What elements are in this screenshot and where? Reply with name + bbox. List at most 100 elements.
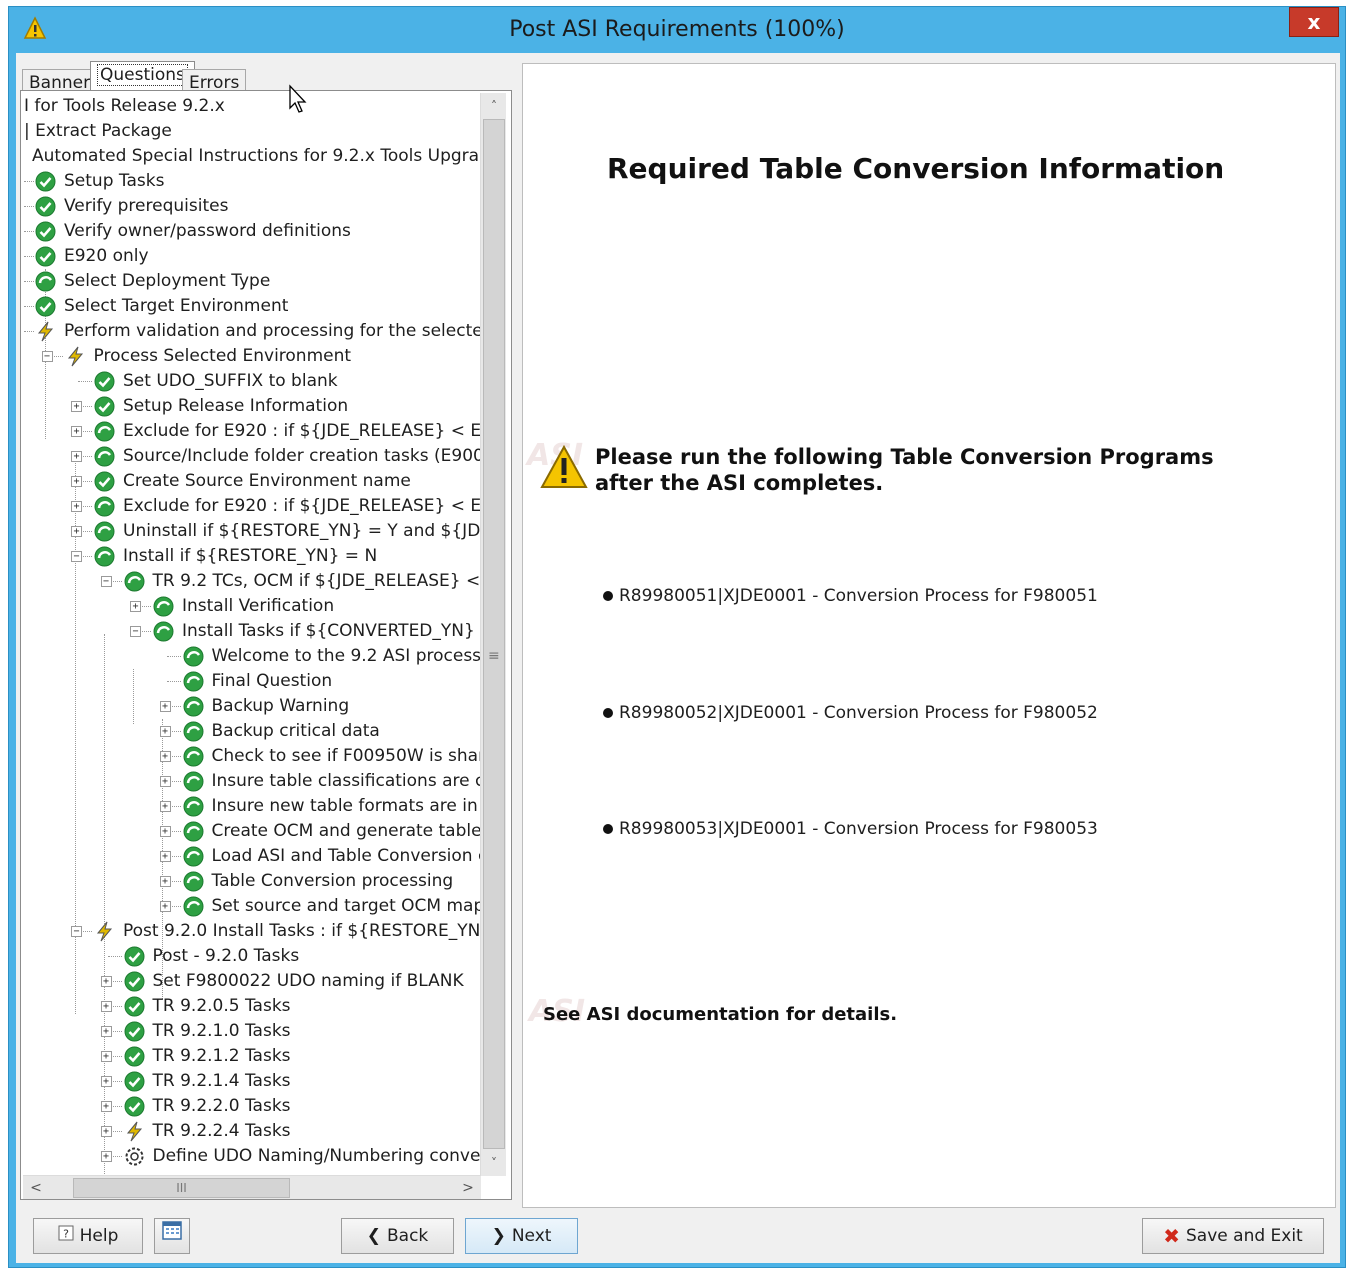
tree-row[interactable]: Welcome to the 9.2 ASI process (24, 644, 481, 669)
expand-icon[interactable]: + (71, 401, 82, 412)
red-x-icon: ✖ (1163, 1224, 1181, 1248)
tree-row[interactable]: + Check to see if F00950W is shared v (24, 744, 481, 769)
tree-row[interactable]: Select Target Environment (24, 294, 481, 319)
expand-icon[interactable]: + (71, 501, 82, 512)
task-tree[interactable]: I for Tools Release 9.2.x | Extract Packa… (24, 94, 481, 1174)
tree-row[interactable]: I for Tools Release 9.2.x (24, 94, 481, 119)
expand-icon[interactable]: + (100, 1151, 112, 1162)
tree-row[interactable]: Verify prerequisites (24, 194, 481, 219)
tree-row[interactable]: + Setup Release Information (24, 394, 481, 419)
tree-row[interactable]: + TR 9.2.1.4 Tasks (24, 1069, 481, 1094)
tree-row[interactable]: Select Deployment Type (24, 269, 481, 294)
scroll-left-arrow-icon[interactable]: < (25, 1178, 47, 1198)
tree-row[interactable]: + Uninstall if ${RESTORE_YN} = Y and ${JD… (24, 519, 481, 544)
collapse-icon[interactable]: − (41, 351, 53, 362)
tree-row[interactable]: + Set F9800022 UDO naming if BLANK (24, 969, 481, 994)
tree-row[interactable]: + TR 9.2.1.2 Tasks (24, 1044, 481, 1069)
hscroll-thumb[interactable]: III (73, 1178, 290, 1198)
scroll-up-arrow-icon[interactable]: ˄ (483, 95, 505, 117)
expand-icon[interactable]: + (100, 1076, 112, 1087)
lightning-icon (37, 321, 54, 342)
help-icon: ? (58, 1219, 74, 1253)
tree-row[interactable]: + TR 9.2.1.0 Tasks (24, 1019, 481, 1044)
scroll-down-arrow-icon[interactable]: ˅ (483, 1152, 505, 1174)
tree-row[interactable]: + Backup critical data (24, 719, 481, 744)
tree-row[interactable]: + Create Source Environment name (24, 469, 481, 494)
tree-row[interactable]: Post - 9.2.0 Tasks (24, 944, 481, 969)
tree-row[interactable]: + TR 9.2.2.0 Tasks (24, 1094, 481, 1119)
help-button[interactable]: ? Help (33, 1218, 143, 1254)
expand-icon[interactable]: + (71, 526, 82, 537)
tree-row-label: Set UDO_SUFFIX to blank (123, 371, 338, 391)
expand-icon[interactable]: + (159, 701, 171, 712)
scroll-right-arrow-icon[interactable]: > (457, 1178, 479, 1198)
scroll-grip-icon: ≡ (488, 648, 500, 664)
tree-row[interactable]: + Insure table classifications are corre (24, 769, 481, 794)
expand-icon[interactable]: + (159, 801, 171, 812)
tree-row[interactable]: Automated Special Instructions for 9.2.x… (24, 144, 481, 169)
save-and-exit-button[interactable]: ✖ Save and Exit (1142, 1218, 1324, 1254)
next-button[interactable]: ❯ Next (465, 1218, 578, 1254)
tree-row[interactable]: + TR 9.2.0.5 Tasks (24, 994, 481, 1019)
collapse-icon[interactable]: − (100, 576, 112, 587)
tree-row[interactable]: + Insure new table formats are in plac (24, 794, 481, 819)
tree-row[interactable]: + Set source and target OCM mapping (24, 894, 481, 919)
tree-row[interactable]: + Load ASI and Table Conversion com (24, 844, 481, 869)
tree-row[interactable]: Final Question (24, 669, 481, 694)
tree-row-label: Check to see if F00950W is shared v (211, 746, 482, 766)
expand-icon[interactable]: + (100, 1126, 112, 1137)
tree-row[interactable]: + Table Conversion processing (24, 869, 481, 894)
tree-row[interactable]: + Exclude for E920 : if ${JDE_RELEASE} < … (24, 419, 481, 444)
tree-row[interactable]: − TR 9.2 TCs, OCM if ${JDE_RELEASE} < E92 (24, 569, 481, 594)
tree-row[interactable]: + Define UDO Naming/Numbering convention … (24, 1144, 481, 1169)
collapse-icon[interactable]: − (130, 626, 141, 637)
tree-row[interactable]: E920 only (24, 244, 481, 269)
title-bar[interactable]: Post ASI Requirements (100%) x (9, 7, 1345, 53)
pending-icon (183, 896, 203, 917)
expand-icon[interactable]: + (100, 976, 112, 987)
tree-row[interactable]: + Create OCM and generate tables (24, 819, 481, 844)
tree-row[interactable]: + Backup Warning (24, 694, 481, 719)
tree-row[interactable]: − Install Tasks if ${CONVERTED_YN} <> ( (24, 619, 481, 644)
tree-row[interactable]: + Source/Include folder creation tasks (E… (24, 444, 481, 469)
expand-icon[interactable]: + (100, 1001, 112, 1012)
expand-icon[interactable]: + (159, 726, 171, 737)
expand-icon[interactable]: + (159, 876, 171, 887)
expand-icon[interactable]: + (71, 476, 82, 487)
expand-icon[interactable]: + (130, 601, 141, 612)
tree-row[interactable]: | Extract Package (24, 119, 481, 144)
scroll-thumb[interactable] (483, 119, 505, 1149)
check-icon (35, 296, 56, 317)
tree-row[interactable]: Set UDO_SUFFIX to blank (24, 369, 481, 394)
tree-row[interactable]: + Exclude for E920 : if ${JDE_RELEASE} < … (24, 494, 481, 519)
lightning-icon (96, 921, 113, 942)
tree-row[interactable]: Setup Tasks (24, 169, 481, 194)
tree-row[interactable]: + TR 9.2.2.4 Tasks (24, 1119, 481, 1144)
expand-icon[interactable]: + (159, 901, 171, 912)
tree-row[interactable]: − Post 9.2.0 Install Tasks : if ${RESTORE… (24, 919, 481, 944)
tree-row-label: Insure new table formats are in plac (211, 796, 482, 816)
tree-vertical-scrollbar[interactable]: ˄ ≡ ˅ (480, 93, 506, 1176)
tree-guide-line (78, 381, 92, 382)
tree-row[interactable]: Perform validation and processing for th… (24, 319, 481, 344)
expand-icon[interactable]: + (159, 776, 171, 787)
check-icon (124, 1021, 144, 1042)
tree-row[interactable]: + Install Verification (24, 594, 481, 619)
expand-icon[interactable]: + (100, 1026, 112, 1037)
expand-icon[interactable]: + (159, 851, 171, 862)
collapse-icon[interactable]: − (71, 926, 82, 937)
back-button[interactable]: ❮ Back (341, 1218, 454, 1254)
expand-icon[interactable]: + (71, 426, 82, 437)
tree-row[interactable]: Verify owner/password definitions (24, 219, 481, 244)
close-button[interactable]: x (1289, 7, 1339, 37)
tree-row[interactable]: − Process Selected Environment (24, 344, 481, 369)
expand-icon[interactable]: + (159, 826, 171, 837)
calendar-button[interactable] (154, 1218, 190, 1254)
expand-icon[interactable]: + (100, 1101, 112, 1112)
tree-horizontal-scrollbar[interactable]: < III > (23, 1175, 481, 1199)
tree-row[interactable]: − Install if ${RESTORE_YN} = N (24, 544, 481, 569)
collapse-icon[interactable]: − (71, 551, 82, 562)
expand-icon[interactable]: + (71, 451, 82, 462)
expand-icon[interactable]: + (100, 1051, 112, 1062)
expand-icon[interactable]: + (159, 751, 171, 762)
